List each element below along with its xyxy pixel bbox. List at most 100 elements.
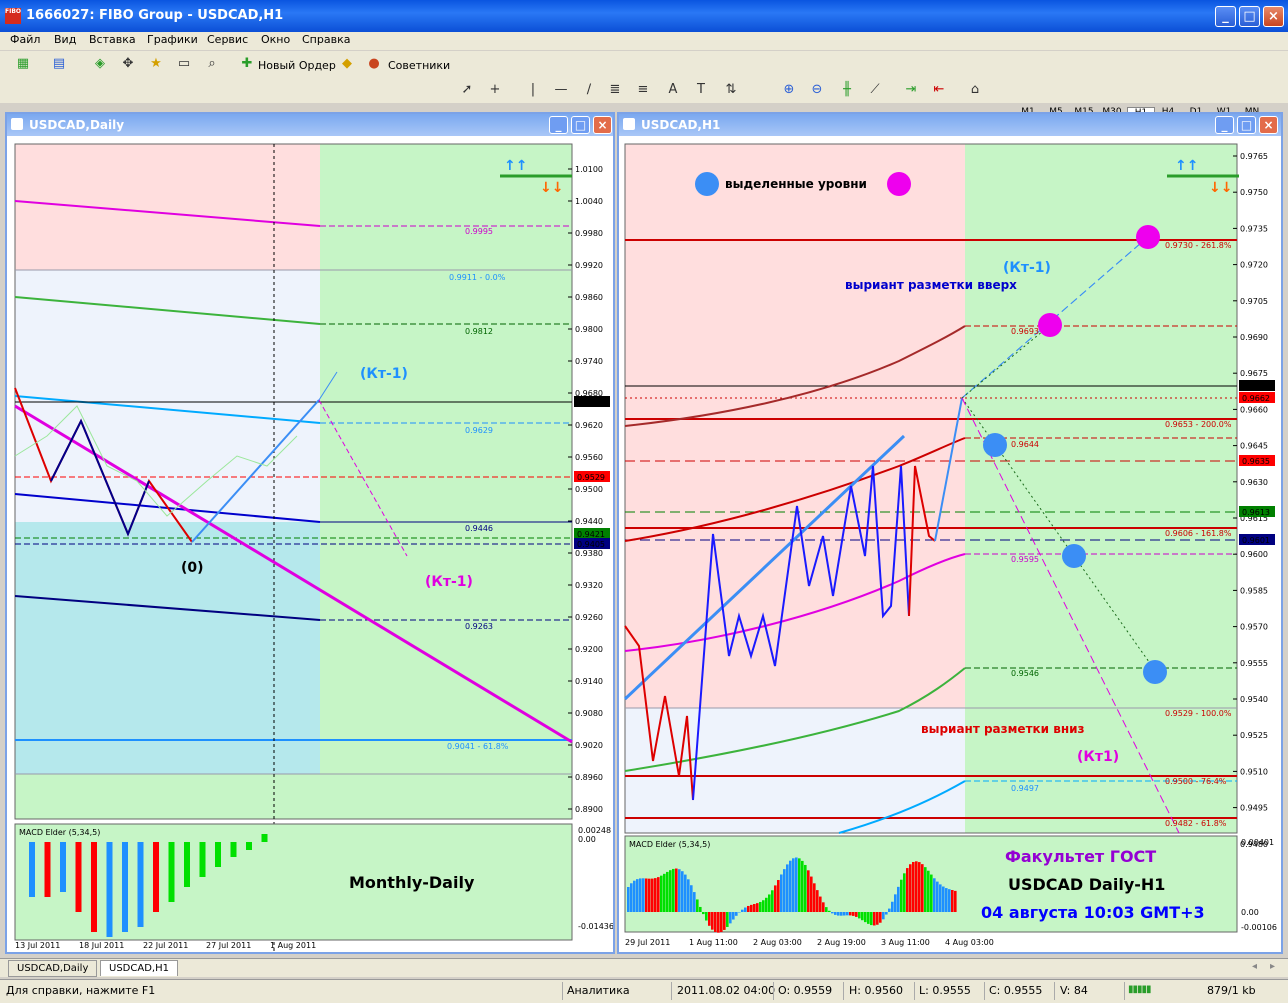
fibo-icon[interactable]: ≡	[634, 81, 652, 99]
new-order-icon[interactable]: ✚	[238, 55, 256, 73]
favorites-icon[interactable]: ★	[147, 55, 165, 73]
chart-minimize-button[interactable]: _	[1215, 116, 1234, 134]
cursor-icon[interactable]: ➚	[458, 81, 476, 99]
experts-icon[interactable]: ●	[365, 55, 383, 73]
macd-tick: -0.00106	[1241, 923, 1277, 932]
channel-icon[interactable]: ≣	[606, 81, 624, 99]
new-order-button[interactable]: Новый Ордер	[258, 59, 336, 72]
bar-chart-icon[interactable]: ╫	[838, 81, 856, 99]
menu-tools[interactable]: Сервис	[207, 33, 248, 46]
chart-maximize-button[interactable]: □	[571, 116, 590, 134]
maximize-button[interactable]: □	[1239, 6, 1260, 27]
menu-window[interactable]: Окно	[261, 33, 290, 46]
macd-bar	[768, 894, 771, 912]
y-tick: 0.8900	[575, 805, 603, 814]
tab-usdcad-daily[interactable]: USDCAD,Daily	[8, 960, 97, 977]
up-arrows-icon: ↑↑	[504, 158, 527, 174]
x-tick: 1 Aug 2011	[270, 941, 316, 950]
tester-icon[interactable]: ⌕	[203, 55, 221, 73]
tab-usdcad-h1[interactable]: USDCAD,H1	[100, 960, 178, 976]
new-chart-icon[interactable]: ▦	[14, 55, 32, 73]
chart-maximize-button[interactable]: □	[1237, 116, 1256, 134]
macd-bar	[138, 842, 144, 927]
close-button[interactable]: ×	[1263, 6, 1284, 27]
macd-bar	[122, 842, 128, 932]
chart-window-h1[interactable]: USDCAD,H1 _ □ ×	[617, 112, 1283, 954]
chart-window-title-bar: USDCAD,Daily _ □ ×	[7, 114, 613, 136]
autoscroll-icon[interactable]: ⇥	[902, 81, 920, 99]
macd-bar	[708, 912, 711, 926]
macd-bar	[786, 864, 789, 912]
y-tick: 0.9570	[1240, 623, 1268, 632]
indicators-icon[interactable]: ⌂	[966, 81, 984, 99]
h1-chart-canvas[interactable]: ↑↑ ↓↓ 0.9730 - 261.8% 0.9693 0.9653 - 20…	[619, 136, 1281, 952]
macd-bar	[936, 882, 939, 912]
trendline-icon[interactable]: ∕	[580, 81, 598, 99]
y-tick: 0.9645	[1240, 442, 1268, 451]
macd-bar	[846, 912, 849, 915]
vertical-line-icon[interactable]: |	[524, 81, 542, 99]
level-label: 0.9653 - 200.0%	[1165, 420, 1232, 429]
menu-view[interactable]: Вид	[54, 33, 76, 46]
label-icon[interactable]: T	[692, 81, 710, 99]
macd-bar	[915, 861, 918, 912]
zoom-in-icon[interactable]: ⊕	[780, 81, 798, 99]
macd-bar	[705, 912, 708, 921]
advisors-button[interactable]: Советники	[388, 59, 450, 72]
chart-close-button[interactable]: ×	[593, 116, 612, 134]
daily-chart-canvas[interactable]: ↑↑ ↓↓ 0.9995 0.9911 - 0.0% 0.9812 0.9629…	[7, 136, 613, 952]
arrows-icon[interactable]: ⇅	[722, 81, 740, 99]
horizontal-line-icon[interactable]: —	[552, 81, 570, 99]
price-label: 0.9667	[1242, 382, 1270, 391]
chart-window-title: USDCAD,Daily	[29, 118, 124, 132]
macd-bar	[789, 861, 792, 912]
macd-bar	[918, 862, 921, 912]
up-arrows-icon: ↑↑	[1175, 158, 1198, 174]
status-volume: V: 84	[1060, 984, 1088, 997]
macd-bar	[816, 890, 819, 912]
macd-bar	[756, 903, 759, 912]
chart-close-button[interactable]: ×	[1259, 116, 1278, 134]
y-tick: 0.9765	[1240, 152, 1268, 161]
macd-bar	[831, 912, 834, 913]
tab-scroll-left-icon[interactable]: ◂	[1252, 961, 1257, 972]
chart-shift-icon[interactable]: ⇤	[930, 81, 948, 99]
crosshair-icon[interactable]: +	[486, 81, 504, 99]
line-chart-icon[interactable]: ⟋	[866, 81, 884, 99]
tab-scroll-right-icon[interactable]: ▸	[1270, 961, 1275, 972]
macd-bar	[169, 842, 175, 902]
macd-bar	[951, 890, 954, 912]
chart-window-daily[interactable]: USDCAD,Daily _ □ ×	[5, 112, 615, 954]
price-label: 0.9421	[577, 530, 605, 539]
kt1-blue-label: (Кт-1)	[360, 366, 408, 382]
macd-bar	[810, 877, 813, 912]
faculty-label: Факультет ГОСТ	[1005, 847, 1156, 866]
macd-bar	[735, 912, 738, 916]
macd-bar	[945, 888, 948, 912]
y-tick: 0.9495	[1240, 804, 1268, 813]
macd-bar	[633, 881, 636, 912]
minimize-button[interactable]: _	[1215, 6, 1236, 27]
macd-bar	[684, 875, 687, 912]
zoom-out-icon[interactable]: ⊖	[808, 81, 826, 99]
menu-charts[interactable]: Графики	[147, 33, 198, 46]
macd-bar	[651, 879, 654, 912]
price-label: 0.9667	[577, 398, 605, 407]
metaeditor-icon[interactable]: ◆	[338, 55, 356, 73]
chart-minimize-button[interactable]: _	[549, 116, 568, 134]
menu-insert[interactable]: Вставка	[89, 33, 136, 46]
menu-file[interactable]: Файл	[10, 33, 40, 46]
terminal-icon[interactable]: ▭	[175, 55, 193, 73]
macd-bar	[744, 908, 747, 912]
macd-bar	[774, 885, 777, 912]
macd-bar	[882, 912, 885, 919]
level-label: 0.9529 - 100.0%	[1165, 709, 1232, 718]
text-icon[interactable]: A	[664, 81, 682, 99]
menu-help[interactable]: Справка	[302, 33, 350, 46]
navigator-icon[interactable]: ✥	[119, 55, 137, 73]
connection-icon: ▮▮▮▮▮	[1128, 984, 1151, 995]
y-tick: 0.9920	[575, 261, 603, 270]
profiles-icon[interactable]: ▤	[50, 55, 68, 73]
market-watch-icon[interactable]: ◈	[91, 55, 109, 73]
status-open: O: 0.9559	[778, 984, 832, 997]
